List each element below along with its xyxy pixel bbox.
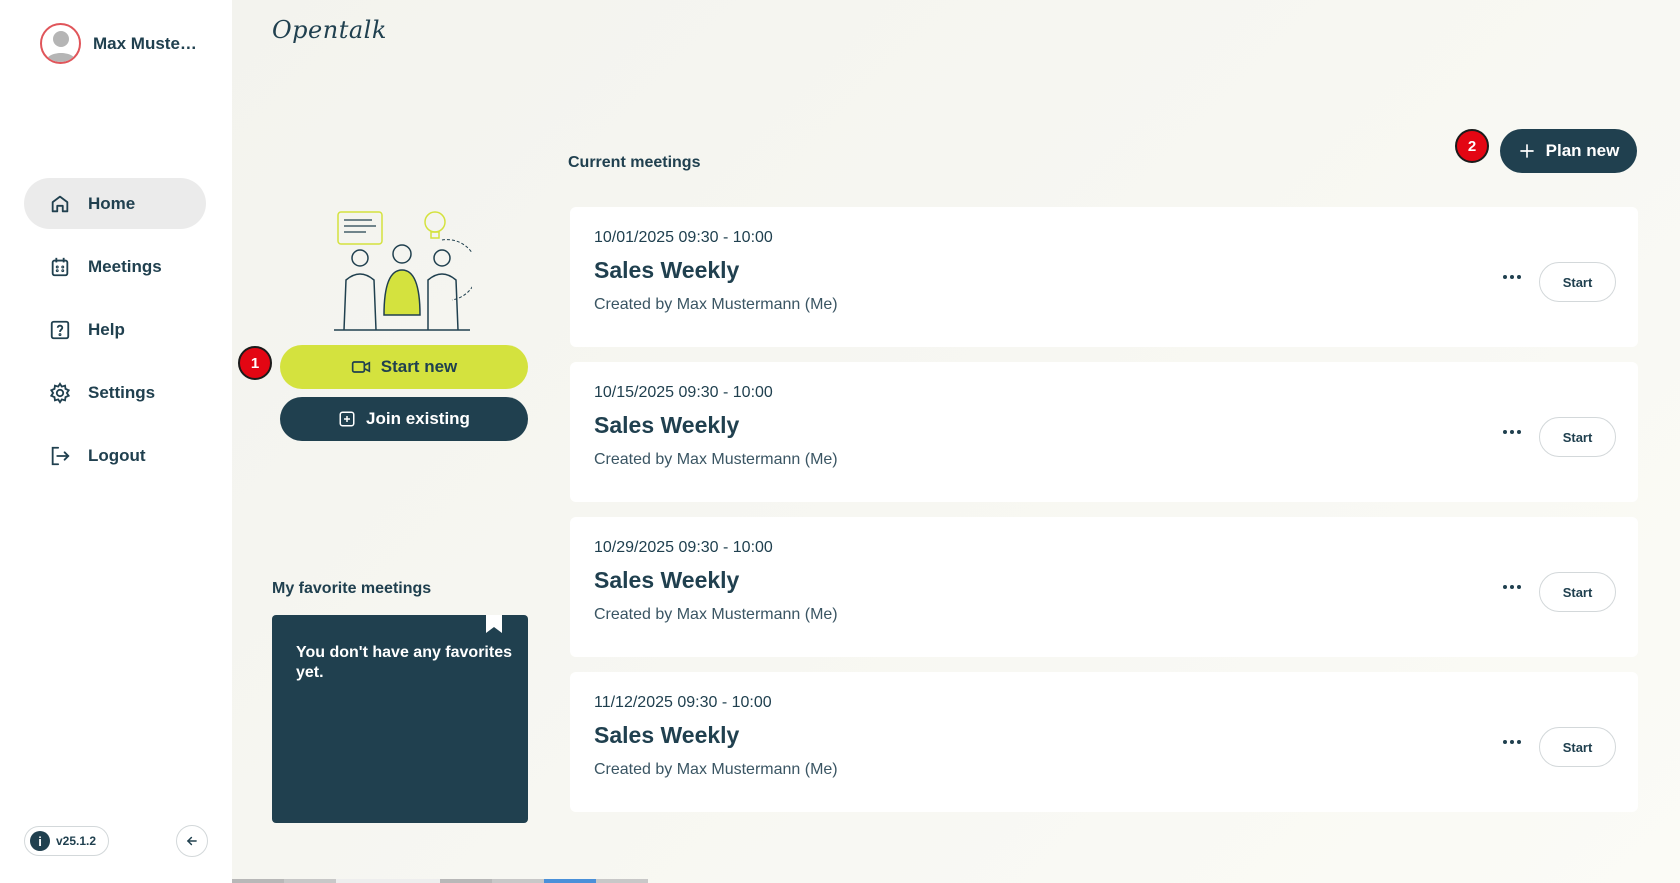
meeting-time: 11/12/2025 09:30 - 10:00 [594, 694, 772, 711]
meeting-title: Sales Weekly [594, 412, 740, 438]
meeting-list: 10/01/2025 09:30 - 10:00 Sales Weekly Cr… [570, 207, 1638, 827]
start-meeting-button[interactable]: Start [1539, 572, 1616, 612]
start-new-button[interactable]: Start new [280, 345, 528, 389]
meeting-creator: Created by Max Mustermann (Me) [594, 451, 838, 468]
sidebar: Max Muste… Home Meetings Help Settings L… [0, 0, 232, 883]
avatar [40, 23, 81, 64]
meeting-card[interactable]: 11/12/2025 09:30 - 10:00 Sales Weekly Cr… [570, 672, 1638, 812]
version-text: v25.1.2 [56, 834, 97, 848]
plus-icon [1519, 144, 1534, 158]
meeting-creator: Created by Max Mustermann (Me) [594, 296, 838, 313]
logout-icon [48, 444, 72, 468]
more-options-icon[interactable] [1498, 575, 1526, 599]
favorites-empty-text: You don't have any favorites yet. [296, 644, 512, 681]
meeting-card[interactable]: 10/01/2025 09:30 - 10:00 Sales Weekly Cr… [570, 207, 1638, 347]
start-new-label: Start new [380, 357, 458, 376]
favorites-title: My favorite meetings [272, 580, 432, 597]
plus-square-icon [339, 411, 355, 427]
meeting-title: Sales Weekly [594, 257, 740, 283]
plan-new-button[interactable]: Plan new [1500, 129, 1637, 173]
user-profile[interactable]: Max Muste… [40, 23, 197, 64]
meeting-title: Sales Weekly [594, 567, 740, 593]
sidebar-item-label: Home [88, 193, 136, 213]
sidebar-item-label: Logout [88, 445, 146, 465]
calendar-icon [48, 255, 72, 279]
arrow-left-icon [186, 836, 197, 846]
sidebar-item-settings[interactable]: Settings [24, 367, 206, 418]
meeting-card[interactable]: 10/29/2025 09:30 - 10:00 Sales Weekly Cr… [570, 517, 1638, 657]
current-meetings-title: Current meetings [568, 154, 701, 171]
join-existing-label: Join existing [366, 409, 470, 428]
more-options-icon[interactable] [1498, 730, 1526, 754]
version-badge[interactable]: i v25.1.2 [24, 826, 110, 856]
meeting-time: 10/15/2025 09:30 - 10:00 [594, 384, 773, 401]
sidebar-item-logout[interactable]: Logout [24, 430, 206, 481]
join-existing-button[interactable]: Join existing [280, 397, 528, 441]
sidebar-item-meetings[interactable]: Meetings [24, 241, 206, 292]
meeting-creator: Created by Max Mustermann (Me) [594, 606, 838, 623]
help-icon [48, 318, 72, 342]
collapse-sidebar-button[interactable] [176, 825, 208, 857]
user-silhouette-icon [45, 31, 76, 62]
sidebar-nav: Home Meetings Help Settings Logout [24, 178, 206, 493]
home-icon [48, 192, 72, 216]
info-icon: i [30, 831, 50, 851]
sidebar-item-label: Meetings [88, 256, 162, 276]
meeting-time: 10/01/2025 09:30 - 10:00 [594, 229, 773, 246]
more-options-icon[interactable] [1498, 420, 1526, 444]
meeting-time: 10/29/2025 09:30 - 10:00 [594, 539, 773, 556]
sidebar-item-label: Settings [88, 382, 156, 402]
meeting-card[interactable]: 10/15/2025 09:30 - 10:00 Sales Weekly Cr… [570, 362, 1638, 502]
start-meeting-button[interactable]: Start [1539, 727, 1616, 767]
bookmark-icon [486, 615, 502, 633]
meeting-title: Sales Weekly [594, 722, 740, 748]
meeting-illustration [334, 211, 472, 331]
marker-2: 2 [1455, 129, 1489, 163]
sidebar-item-home[interactable]: Home [24, 178, 206, 229]
gear-icon [48, 381, 72, 405]
main-content: Opentalk 1 Start new Join existing My fa… [232, 0, 1680, 883]
taskbar-strip [232, 879, 1680, 883]
sidebar-item-label: Help [88, 319, 125, 339]
start-meeting-button[interactable]: Start [1539, 417, 1616, 457]
opentalk-logo: Opentalk [272, 16, 387, 44]
start-meeting-button[interactable]: Start [1539, 262, 1616, 302]
marker-1: 1 [238, 346, 272, 380]
video-camera-icon [351, 361, 370, 373]
user-name: Max Muste… [93, 33, 197, 53]
plan-new-label: Plan new [1545, 141, 1620, 160]
sidebar-item-help[interactable]: Help [24, 304, 206, 355]
more-options-icon[interactable] [1498, 265, 1526, 289]
favorites-panel: You don't have any favorites yet. [272, 615, 528, 823]
meeting-creator: Created by Max Mustermann (Me) [594, 761, 838, 778]
